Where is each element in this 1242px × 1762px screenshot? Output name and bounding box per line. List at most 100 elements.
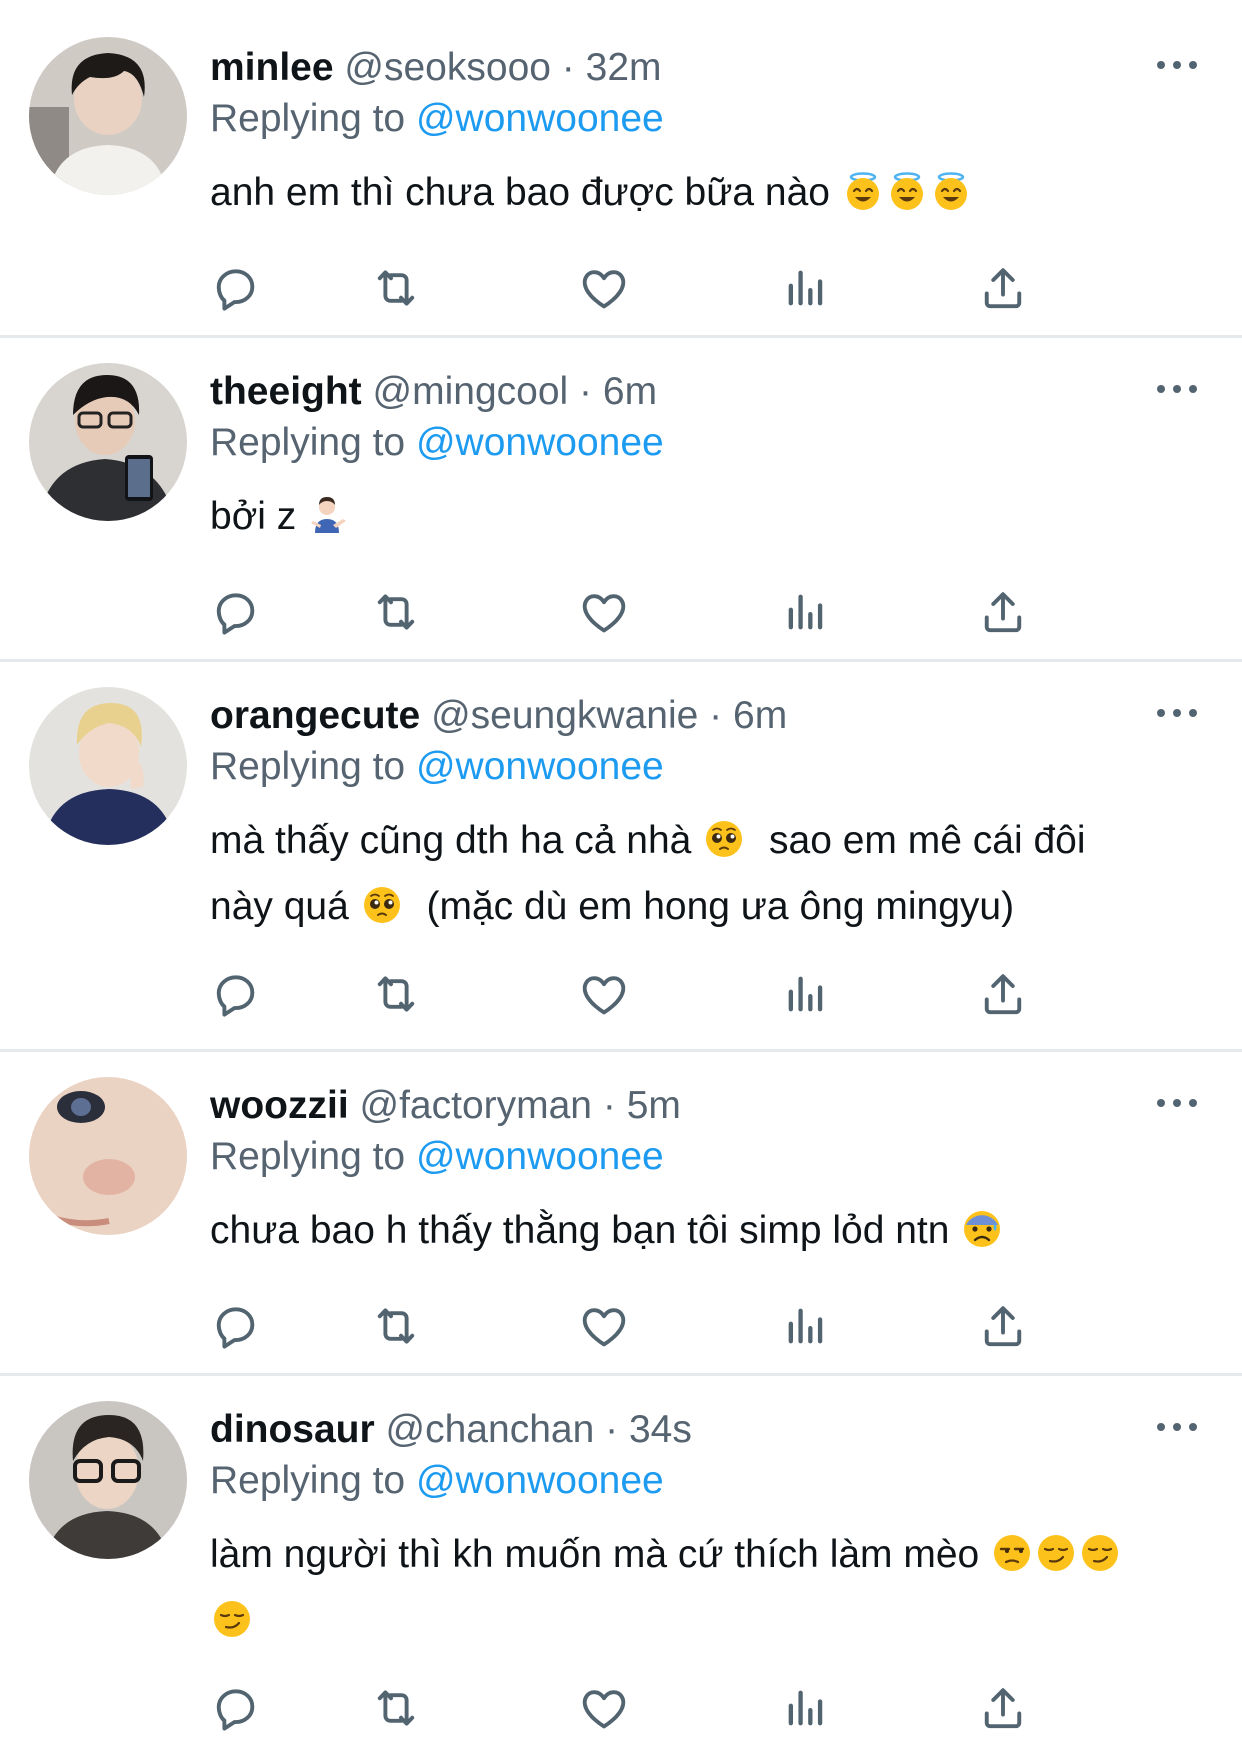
- reply-button[interactable]: [205, 1678, 265, 1738]
- heart-icon: [578, 1682, 630, 1734]
- share-button[interactable]: [973, 258, 1033, 318]
- display-name[interactable]: minlee: [210, 46, 334, 89]
- more-options-button[interactable]: [1152, 374, 1202, 404]
- avatar[interactable]: [29, 687, 187, 845]
- tweet[interactable]: orangecute @seungkwanie · 6m Replying to…: [0, 662, 1242, 1052]
- share-icon: [977, 968, 1029, 1020]
- retweet-button[interactable]: [366, 582, 426, 642]
- timestamp[interactable]: 5m: [627, 1084, 681, 1127]
- tweet[interactable]: woozzii @factoryman · 5m Replying to @wo…: [0, 1052, 1242, 1376]
- more-options-button[interactable]: [1152, 1412, 1202, 1442]
- replying-to-mention[interactable]: @wonwoonee: [416, 421, 664, 464]
- more-options-icon: [1152, 1412, 1202, 1442]
- views-button[interactable]: [776, 1296, 836, 1356]
- username[interactable]: @seoksooo: [344, 46, 551, 89]
- tweet-text-line: mà thấy cũng dth ha cả nhà sao em mê cái…: [210, 808, 1170, 874]
- avatar[interactable]: [29, 363, 187, 521]
- reply-button[interactable]: [205, 258, 265, 318]
- reply-icon: [209, 1300, 261, 1352]
- display-name[interactable]: dinosaur: [210, 1408, 375, 1451]
- tweet-header: theeight @mingcool · 6m: [210, 368, 657, 416]
- like-button[interactable]: [574, 964, 634, 1024]
- like-button[interactable]: [574, 1296, 634, 1356]
- heart-icon: [578, 1300, 630, 1352]
- replying-to-mention[interactable]: @wonwoonee: [416, 97, 664, 140]
- tweet[interactable]: dinosaur @chanchan · 34s Replying to @wo…: [0, 1376, 1242, 1762]
- replying-to-mention[interactable]: @wonwoonee: [416, 1135, 664, 1178]
- replying-to-mention[interactable]: @wonwoonee: [416, 1459, 664, 1502]
- tweet-text-content: mà thấy cũng dth ha cả nhà: [210, 819, 692, 862]
- retweet-button[interactable]: [366, 964, 426, 1024]
- more-options-icon: [1152, 374, 1202, 404]
- like-button[interactable]: [574, 1678, 634, 1738]
- replying-to-mention[interactable]: @wonwoonee: [416, 745, 664, 788]
- smiling-halo-emoji: [843, 171, 883, 211]
- retweet-button[interactable]: [366, 258, 426, 318]
- replying-to-label: Replying to: [210, 97, 406, 140]
- share-button[interactable]: [973, 1678, 1033, 1738]
- tweet-text: anh em thì chưa bao được bữa nào: [210, 160, 1170, 226]
- timestamp[interactable]: 32m: [586, 46, 662, 89]
- share-button[interactable]: [973, 582, 1033, 642]
- smiling-halo-emoji: [931, 171, 971, 211]
- username[interactable]: @factoryman: [360, 1084, 593, 1127]
- tweet-text-content: bởi z: [210, 495, 297, 538]
- separator: ·: [561, 46, 575, 89]
- replying-to: Replying to @wonwoonee: [210, 743, 664, 791]
- more-options-button[interactable]: [1152, 1088, 1202, 1118]
- views-icon: [780, 1682, 832, 1734]
- display-name[interactable]: theeight: [210, 370, 362, 413]
- replying-to-label: Replying to: [210, 1135, 406, 1178]
- tweet-text-content: này quá: [210, 885, 349, 928]
- display-name[interactable]: orangecute: [210, 694, 420, 737]
- replying-to: Replying to @wonwoonee: [210, 419, 664, 467]
- views-icon: [780, 1300, 832, 1352]
- share-button[interactable]: [973, 1296, 1033, 1356]
- tweet[interactable]: minlee @seoksooo · 32m Replying to @wonw…: [0, 0, 1242, 340]
- tweet[interactable]: theeight @mingcool · 6m Replying to @won…: [0, 338, 1242, 662]
- reply-button[interactable]: [205, 964, 265, 1024]
- share-button[interactable]: [973, 964, 1033, 1024]
- more-options-button[interactable]: [1152, 698, 1202, 728]
- timestamp[interactable]: 34s: [629, 1408, 692, 1451]
- replying-to: Replying to @wonwoonee: [210, 1133, 664, 1181]
- views-icon: [780, 262, 832, 314]
- username[interactable]: @chanchan: [386, 1408, 595, 1451]
- retweet-button[interactable]: [366, 1296, 426, 1356]
- unamused-face-emoji: [992, 1533, 1032, 1573]
- tweet-actions: [210, 258, 1110, 318]
- pleading-face-emoji: [362, 885, 402, 925]
- retweet-button[interactable]: [366, 1678, 426, 1738]
- username[interactable]: @mingcool: [373, 370, 569, 413]
- smirking-face-emoji: [212, 1599, 252, 1639]
- views-button[interactable]: [776, 964, 836, 1024]
- username[interactable]: @seungkwanie: [431, 694, 698, 737]
- like-button[interactable]: [574, 582, 634, 642]
- avatar[interactable]: [29, 37, 187, 195]
- tweet-header: dinosaur @chanchan · 34s: [210, 1406, 692, 1454]
- reply-button[interactable]: [205, 582, 265, 642]
- like-button[interactable]: [574, 258, 634, 318]
- more-options-icon: [1152, 1088, 1202, 1118]
- timestamp[interactable]: 6m: [733, 694, 787, 737]
- anxious-sweat-face-emoji: [962, 1209, 1002, 1249]
- views-button[interactable]: [776, 258, 836, 318]
- reply-icon: [209, 262, 261, 314]
- separator: ·: [605, 1408, 619, 1451]
- separator: ·: [602, 1084, 616, 1127]
- separator: ·: [709, 694, 723, 737]
- avatar[interactable]: [29, 1401, 187, 1559]
- reply-icon: [209, 586, 261, 638]
- tweet-header: minlee @seoksooo · 32m: [210, 44, 662, 92]
- views-button[interactable]: [776, 1678, 836, 1738]
- retweet-icon: [370, 586, 422, 638]
- avatar[interactable]: [29, 1077, 187, 1235]
- retweet-icon: [370, 968, 422, 1020]
- more-options-button[interactable]: [1152, 50, 1202, 80]
- timestamp[interactable]: 6m: [603, 370, 657, 413]
- display-name[interactable]: woozzii: [210, 1084, 349, 1127]
- reply-button[interactable]: [205, 1296, 265, 1356]
- replying-to: Replying to @wonwoonee: [210, 1457, 664, 1505]
- tweet-text: làm người thì kh muốn mà cứ thích làm mè…: [210, 1522, 1170, 1654]
- views-button[interactable]: [776, 582, 836, 642]
